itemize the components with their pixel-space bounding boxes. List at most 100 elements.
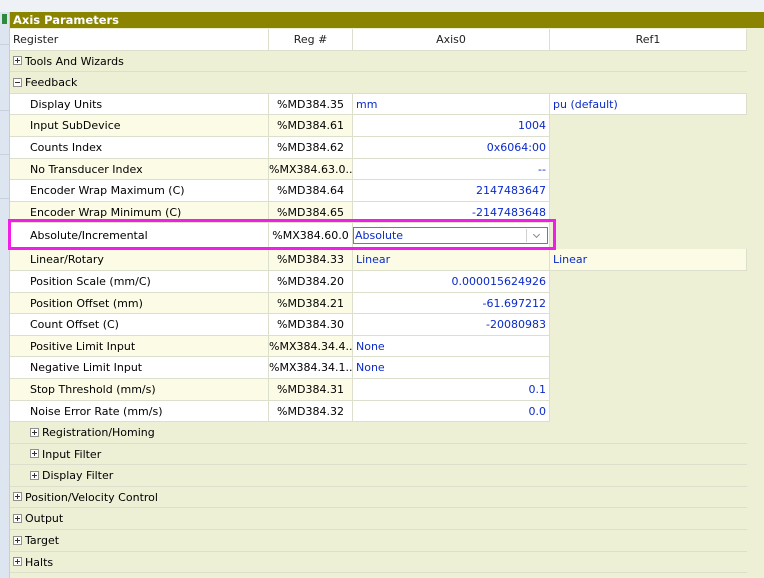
- row-reg: %MD384.61: [269, 115, 353, 137]
- table-row[interactable]: Display Units %MD384.35 mm pu (default): [10, 93, 747, 116]
- collapse-icon[interactable]: [13, 77, 22, 87]
- group-row-target[interactable]: Target: [10, 530, 747, 552]
- axis0-value[interactable]: 0.1: [353, 378, 550, 401]
- axis0-value[interactable]: -2147483648: [353, 201, 550, 224]
- expand-icon[interactable]: [30, 449, 39, 459]
- table-row[interactable]: Count Offset (C) %MD384.30 -20080983: [10, 314, 747, 336]
- axis0-cell: Absolute: [353, 223, 550, 250]
- row-reg: %MD384.64: [269, 180, 353, 202]
- panel-title: Axis Parameters: [10, 12, 764, 28]
- row-reg: %MX384.60.0: [269, 223, 353, 250]
- table-row[interactable]: Stop Threshold (mm/s) %MD384.31 0.1: [10, 378, 747, 401]
- axis0-value[interactable]: 0.000015624926: [353, 270, 550, 293]
- expand-icon[interactable]: [30, 427, 39, 437]
- table-row[interactable]: No Transducer Index %MX384.63.0... --: [10, 158, 747, 181]
- row-name: Input SubDevice: [10, 115, 269, 137]
- table-row[interactable]: Counts Index %MD384.62 0x6064:00: [10, 136, 747, 159]
- group-label: Position/Velocity Control: [25, 490, 158, 504]
- row-reg: %MD384.20: [269, 270, 353, 293]
- row-name: Display Units: [10, 93, 269, 116]
- column-header-register[interactable]: Register: [10, 29, 269, 51]
- row-reg: %MD384.31: [269, 378, 353, 401]
- row-name: Position Scale (mm/C): [10, 270, 269, 293]
- row-reg: %MD384.33: [269, 249, 353, 271]
- group-row-output[interactable]: Output: [10, 508, 747, 531]
- group-label: Halts: [25, 555, 54, 569]
- tree-divider: [0, 198, 9, 199]
- header-row: Register Reg # Axis0 Ref1: [10, 29, 747, 51]
- group-row-halts[interactable]: Halts: [10, 551, 747, 574]
- table-row[interactable]: Noise Error Rate (mm/s) %MD384.32 0.0: [10, 400, 747, 423]
- row-reg: %MD384.32: [269, 400, 353, 423]
- axis0-value[interactable]: -61.697212: [353, 292, 550, 315]
- row-name: Position Offset (mm): [10, 292, 269, 315]
- expand-icon[interactable]: [13, 535, 22, 545]
- tree-divider: [0, 154, 9, 155]
- axis-parameters-panel: Axis Parameters Register Reg # Axis0 Ref…: [10, 12, 764, 578]
- table-row-selected[interactable]: Absolute/Incremental %MX384.60.0 Absolut…: [10, 223, 747, 250]
- ref1-value[interactable]: Linear: [550, 249, 747, 271]
- expand-icon[interactable]: [13, 56, 22, 66]
- row-name: Negative Limit Input: [10, 357, 269, 379]
- axis0-value[interactable]: 0x6064:00: [353, 136, 550, 159]
- group-row-input-filter[interactable]: Input Filter: [10, 443, 747, 466]
- expand-icon[interactable]: [30, 470, 39, 480]
- table-row[interactable]: Input SubDevice %MD384.61 1004: [10, 115, 747, 137]
- table-row[interactable]: Negative Limit Input %MX384.34.1... None: [10, 357, 747, 379]
- absolute-incremental-select[interactable]: Absolute: [353, 227, 548, 245]
- expand-icon[interactable]: [13, 513, 22, 523]
- column-header-ref1[interactable]: Ref1: [550, 29, 747, 51]
- axis0-value[interactable]: mm: [353, 93, 550, 116]
- group-row-tools[interactable]: Tools And Wizards: [10, 50, 747, 73]
- axis0-value[interactable]: None: [353, 357, 550, 379]
- group-label: Registration/Homing: [42, 426, 155, 440]
- column-header-axis0[interactable]: Axis0: [353, 29, 550, 51]
- expand-icon[interactable]: [13, 557, 22, 567]
- row-reg: %MX384.34.4...: [269, 335, 353, 358]
- row-name: No Transducer Index: [10, 158, 269, 181]
- table-row[interactable]: Position Scale (mm/C) %MD384.20 0.000015…: [10, 270, 747, 293]
- tree-divider: [0, 110, 9, 111]
- row-name: Encoder Wrap Maximum (C): [10, 180, 269, 202]
- table-row[interactable]: Positive Limit Input %MX384.34.4... None: [10, 335, 747, 358]
- axis0-value[interactable]: None: [353, 335, 550, 358]
- table-row[interactable]: Position Offset (mm) %MD384.21 -61.69721…: [10, 292, 747, 315]
- top-strip: [0, 0, 764, 12]
- group-label: Display Filter: [42, 469, 114, 483]
- table-row[interactable]: Linear/Rotary %MD384.33 Linear Linear: [10, 249, 747, 271]
- axis0-value[interactable]: -20080983: [353, 314, 550, 336]
- row-reg: %MX384.63.0...: [269, 158, 353, 181]
- axis0-value[interactable]: Linear: [353, 249, 550, 271]
- parameter-grid: Register Reg # Axis0 Ref1 Tools And Wiza…: [10, 29, 747, 574]
- row-reg: %MD384.21: [269, 292, 353, 315]
- group-label: Target: [25, 534, 60, 548]
- right-margin: [757, 29, 764, 578]
- table-row[interactable]: Encoder Wrap Minimum (C) %MD384.65 -2147…: [10, 201, 747, 224]
- column-header-reg-num[interactable]: Reg #: [269, 29, 353, 51]
- tree-divider: [0, 44, 9, 45]
- group-row-feedback[interactable]: Feedback: [10, 72, 747, 94]
- row-name: Linear/Rotary: [10, 249, 269, 271]
- ref1-value[interactable]: pu (default): [550, 93, 747, 116]
- row-reg: %MD384.30: [269, 314, 353, 336]
- chevron-down-icon[interactable]: [526, 229, 546, 243]
- group-row-display-filter[interactable]: Display Filter: [10, 465, 747, 487]
- row-reg: %MX384.34.1...: [269, 357, 353, 379]
- group-row-pos-vel[interactable]: Position/Velocity Control: [10, 486, 747, 509]
- row-reg: %MD384.62: [269, 136, 353, 159]
- group-row-registration[interactable]: Registration/Homing: [10, 422, 747, 444]
- group-label: Output: [25, 512, 64, 526]
- axis0-value[interactable]: 0.0: [353, 400, 550, 423]
- group-label: Feedback: [25, 76, 78, 90]
- row-reg: %MD384.35: [269, 93, 353, 116]
- row-name: Counts Index: [10, 136, 269, 159]
- expand-icon[interactable]: [13, 492, 22, 502]
- axis0-value[interactable]: --: [353, 158, 550, 181]
- axis0-value[interactable]: 1004: [353, 115, 550, 137]
- table-row[interactable]: Encoder Wrap Maximum (C) %MD384.64 21474…: [10, 180, 747, 202]
- row-reg: %MD384.65: [269, 201, 353, 224]
- select-value: Absolute: [355, 229, 404, 243]
- row-name: Stop Threshold (mm/s): [10, 378, 269, 401]
- row-name: Positive Limit Input: [10, 335, 269, 358]
- axis0-value[interactable]: 2147483647: [353, 180, 550, 202]
